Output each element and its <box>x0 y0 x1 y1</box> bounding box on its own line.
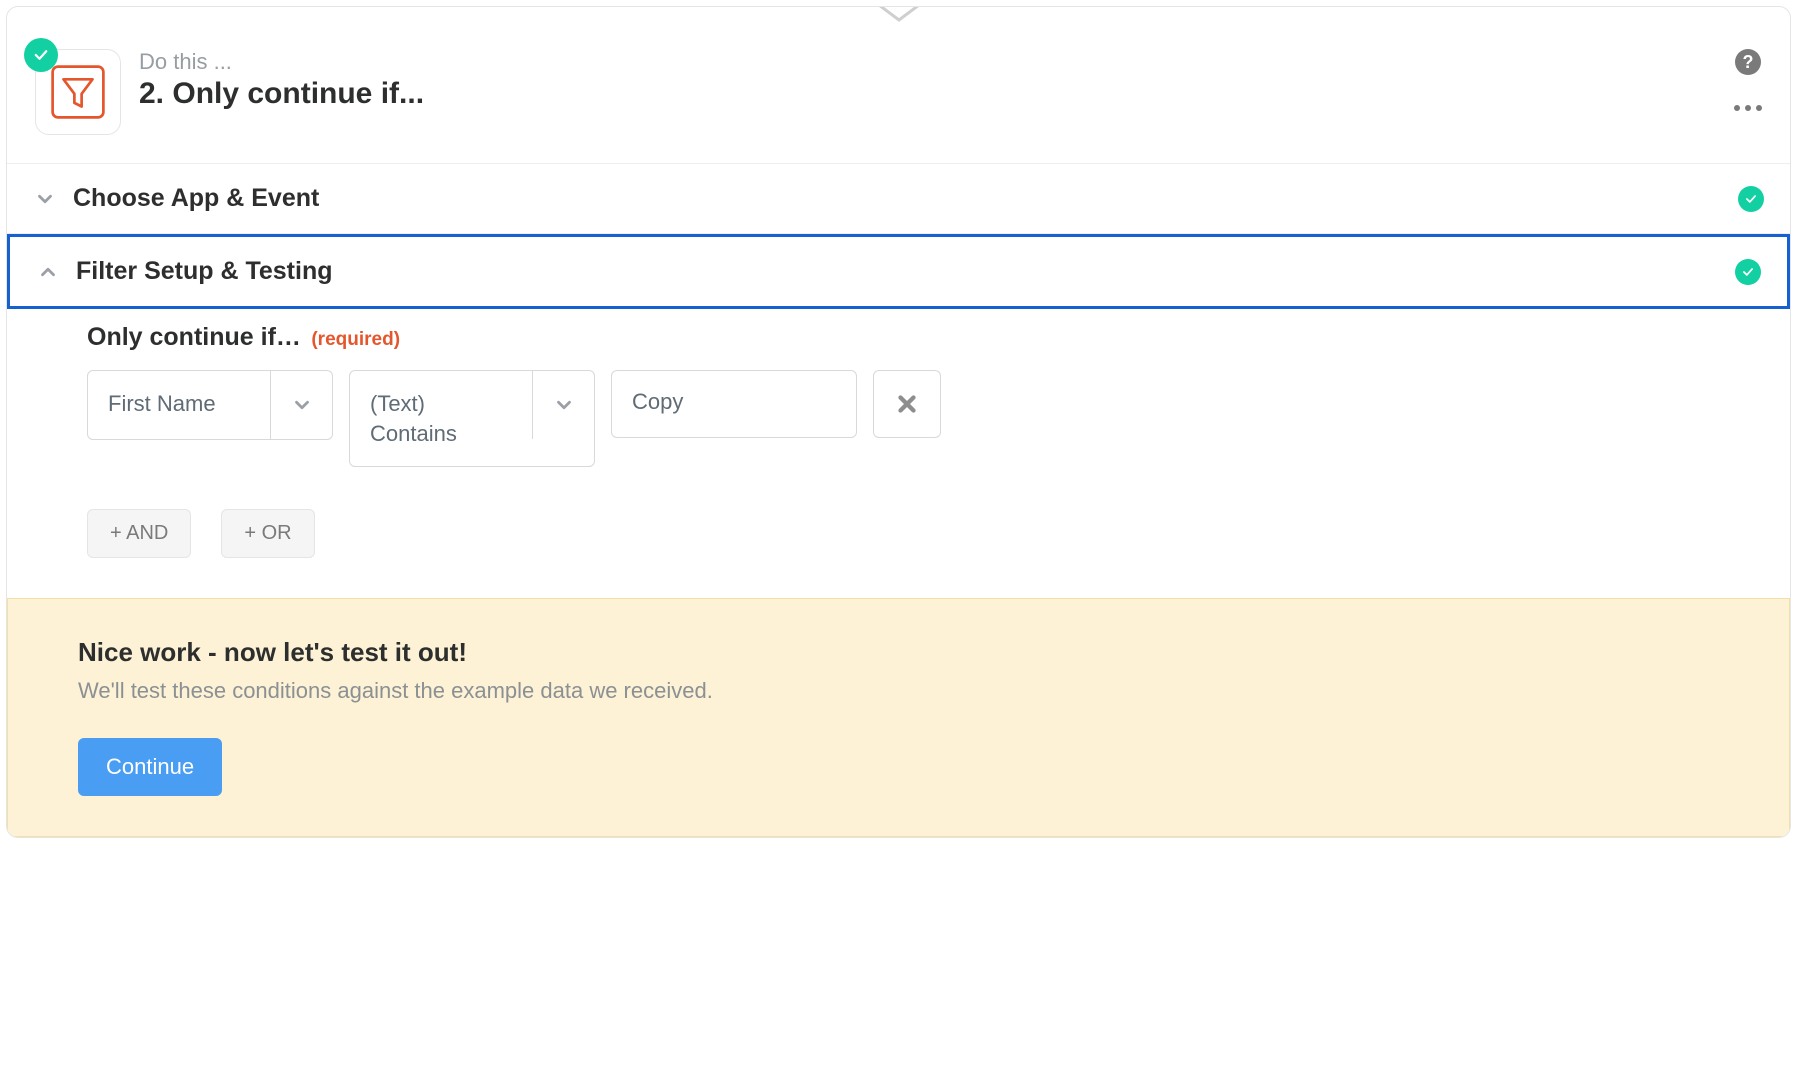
filter-field-label-row: Only continue if… (required) <box>87 323 1790 352</box>
chevron-down-icon <box>270 371 332 439</box>
section-label: Filter Setup & Testing <box>76 257 1719 286</box>
condition-value-input[interactable]: Copy <box>611 370 857 438</box>
condition-operator-value: (Text) Contains <box>350 371 532 466</box>
section-filter-setup-testing[interactable]: Filter Setup & Testing <box>7 234 1790 309</box>
test-panel-title: Nice work - now let's test it out! <box>78 637 1719 668</box>
test-panel: Nice work - now let's test it out! We'll… <box>7 598 1790 837</box>
step-header: Do this ... 2. Only continue if... ? <box>7 25 1790 164</box>
app-icon-container <box>35 49 121 135</box>
condition-value-text: Copy <box>632 389 683 414</box>
section-status-icon <box>1738 186 1764 212</box>
filter-body: Only continue if… (required) First Name … <box>7 309 1790 598</box>
filter-funnel-icon <box>49 63 107 121</box>
logic-buttons-row: + AND + OR <box>87 509 1790 558</box>
section-choose-app-event[interactable]: Choose App & Event <box>7 164 1790 234</box>
chevron-up-icon <box>36 260 60 284</box>
filter-field-label: Only continue if… <box>87 323 301 351</box>
condition-field-select[interactable]: First Name <box>87 370 333 440</box>
add-and-button[interactable]: + AND <box>87 509 191 558</box>
test-panel-subtitle: We'll test these conditions against the … <box>78 678 1719 704</box>
continue-button[interactable]: Continue <box>78 738 222 796</box>
remove-condition-button[interactable] <box>873 370 941 438</box>
step-title: 2. Only continue if... <box>139 77 1716 111</box>
step-subtitle: Do this ... <box>139 49 1716 75</box>
section-label: Choose App & Event <box>73 184 1722 213</box>
close-icon <box>894 391 920 417</box>
header-actions: ? <box>1734 49 1762 111</box>
more-menu-icon[interactable] <box>1734 105 1762 111</box>
condition-operator-select[interactable]: (Text) Contains <box>349 370 595 467</box>
required-tag: (required) <box>311 329 400 350</box>
step-card: Do this ... 2. Only continue if... ? Cho… <box>6 6 1791 838</box>
check-icon <box>32 46 50 64</box>
header-titles: Do this ... 2. Only continue if... <box>139 49 1716 111</box>
connector-notch <box>7 7 1790 25</box>
help-icon[interactable]: ? <box>1735 49 1761 75</box>
filter-condition-row: First Name (Text) Contains Copy <box>87 370 1790 467</box>
chevron-down-icon <box>532 371 594 439</box>
chevron-down-icon <box>33 187 57 211</box>
add-or-button[interactable]: + OR <box>221 509 314 558</box>
condition-field-value: First Name <box>88 371 270 439</box>
status-badge <box>24 38 58 72</box>
section-status-icon <box>1735 259 1761 285</box>
